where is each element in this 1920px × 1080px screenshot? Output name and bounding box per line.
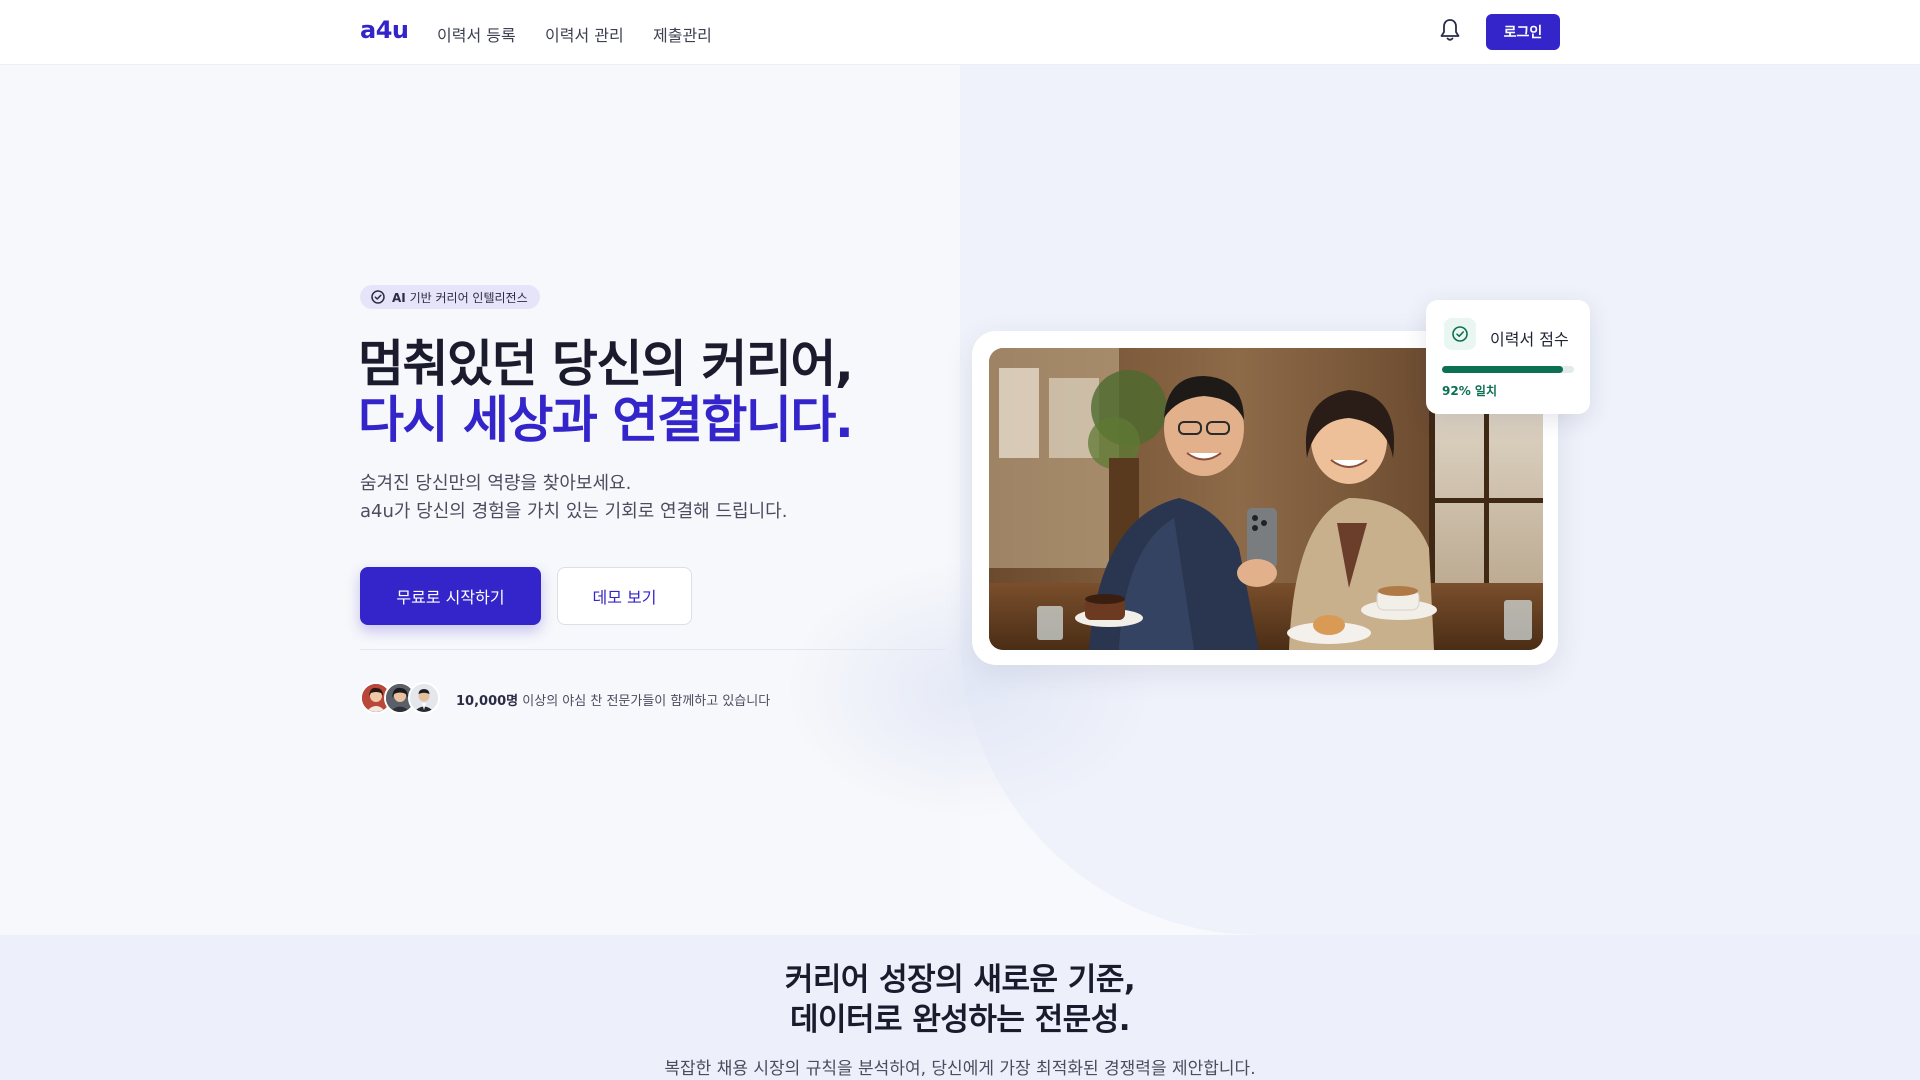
hero-title-line2: 다시 세상과 연결합니다. [358, 391, 854, 449]
nav-link-submission[interactable]: 제출관리 [653, 22, 712, 46]
badge-bold-text: AI [392, 290, 406, 305]
social-proof-text: 이상의 야심 찬 전문가들이 함께하고 있습니다 [522, 694, 771, 709]
score-progress-bar [1442, 366, 1574, 373]
resume-score-card: 이력서 점수 92% 일치 [1426, 300, 1590, 414]
nav-link-resume-manage[interactable]: 이력서 관리 [545, 22, 624, 46]
verified-badge-icon [371, 290, 385, 304]
badge-text: 기반 커리어 인텔리전스 [409, 290, 528, 305]
nav-link-resume-register[interactable]: 이력서 등록 [437, 22, 516, 46]
demo-button[interactable]: 데모 보기 [557, 567, 692, 625]
divider [360, 649, 946, 650]
ai-badge: AI 기반 커리어 인텔리전스 [360, 285, 540, 309]
hero-subtitle-line1: 숨겨진 당신만의 역량을 찾아보세요. [360, 473, 632, 494]
hero-subtitle-line2: a4u가 당신의 경험을 가치 있는 기회로 연결해 드립니다. [360, 501, 788, 522]
bell-icon[interactable] [1438, 17, 1462, 45]
section-title-line2: 데이터로 완성하는 전문성. [789, 1002, 1131, 1038]
social-proof-count: 10,000명 [456, 694, 519, 709]
top-nav: a4u 이력서 등록 이력서 관리 제출관리 로그인 [0, 0, 1920, 65]
start-free-button[interactable]: 무료로 시작하기 [360, 567, 541, 625]
social-proof: 10,000명 이상의 야심 찬 전문가들이 함께하고 있습니다 [456, 690, 770, 709]
login-button[interactable]: 로그인 [1486, 14, 1560, 50]
score-title: 이력서 점수 [1490, 330, 1569, 349]
avatar-group [360, 682, 440, 714]
section-title-line1: 커리어 성장의 새로운 기준, [784, 962, 1136, 998]
check-circle-icon [1444, 318, 1476, 350]
score-value: 92% 일치 [1442, 384, 1497, 398]
avatar [408, 682, 440, 714]
logo[interactable]: a4u [360, 16, 409, 44]
hero-subtitle: 숨겨진 당신만의 역량을 찾아보세요. a4u가 당신의 경험을 가치 있는 기… [360, 470, 787, 526]
section-subtitle: 복잡한 채용 시장의 규칙을 분석하여, 당신에게 가장 최적화된 경쟁력을 제… [664, 1059, 1256, 1079]
score-progress-fill [1442, 366, 1564, 373]
section-title: 커리어 성장의 새로운 기준, 데이터로 완성하는 전문성. [0, 960, 1920, 1040]
hero-title: 멈춰있던 당신의 커리어, 다시 세상과 연결합니다. [358, 335, 854, 449]
hero-title-line1: 멈춰있던 당신의 커리어, [358, 335, 854, 393]
